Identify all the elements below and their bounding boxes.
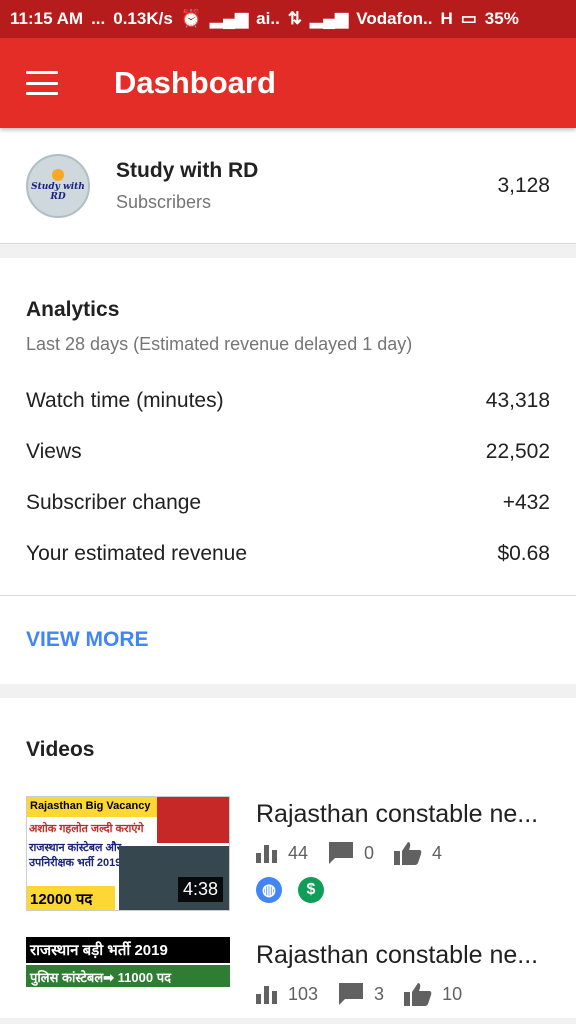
comments-stat: 0 [328, 841, 374, 865]
videos-title: Videos [26, 738, 95, 761]
analytics-value: 43,318 [485, 388, 550, 412]
analytics-row: Views 22,502 [26, 426, 550, 477]
video-badges: ◍ $ [256, 877, 550, 903]
analytics-title: Analytics [26, 298, 120, 321]
analytics-label: Your estimated revenue [26, 541, 248, 565]
thumb-text: Rajasthan Big Vacancy [27, 797, 157, 817]
comment-icon [339, 983, 364, 1005]
thumb-text: 12000 पद [27, 886, 115, 910]
status-dots: ... [91, 9, 106, 28]
bar-chart-icon [256, 845, 277, 863]
views-stat: 103 [256, 984, 318, 1005]
likes-stat: 10 [404, 982, 462, 1006]
views-count: 103 [288, 983, 319, 1004]
bar-chart-icon [256, 986, 277, 1004]
alarm-icon: ⏰ [180, 9, 202, 28]
channel-name: Study with RD [116, 158, 259, 182]
avatar: Study with RD [26, 153, 90, 218]
signal-icon: ▂▄▆ [209, 9, 249, 28]
video-title[interactable]: Rajasthan constable ne... [256, 800, 550, 829]
channel-card[interactable]: Study with RD Study with RD Subscribers … [0, 128, 576, 244]
subscribers-count: 3,128 [497, 173, 550, 197]
video-duration: 4:38 [177, 877, 223, 902]
thumb-text: अशोक गहलोत जल्दी कराएंगे [29, 823, 144, 835]
video-info: Rajasthan constable ne... 44 0 4 ◍ $ [256, 796, 550, 911]
status-battery: 35% [484, 9, 519, 28]
video-info: Rajasthan constable ne... 103 3 10 [256, 937, 550, 1018]
data-arrows-icon: ⇅ [287, 9, 303, 28]
views-stat: 44 [256, 843, 308, 864]
likes-count: 4 [432, 842, 443, 863]
thumb-photo [157, 797, 229, 843]
analytics-value: 22,502 [485, 439, 550, 463]
avatar-text: Study with RD [31, 181, 85, 202]
analytics-row: Subscriber change +432 [26, 477, 550, 528]
analytics-label: Subscriber change [26, 490, 202, 514]
likes-stat: 4 [394, 841, 442, 865]
analytics-label: Views [26, 439, 82, 463]
page-title: Dashboard [114, 65, 276, 100]
video-stats: 103 3 10 [256, 982, 550, 1006]
channel-info: Study with RD Subscribers [116, 159, 497, 213]
likes-count: 10 [442, 983, 463, 1004]
analytics-label: Watch time (minutes) [26, 388, 224, 412]
videos-card: Videos Rajasthan Big Vacancy अशोक गहलोत … [0, 698, 576, 1018]
battery-icon: ▭ [460, 9, 477, 28]
status-carrier-2: Vodafon.. [356, 9, 433, 28]
public-globe-icon: ◍ [256, 877, 282, 903]
status-time: 11:15 AM [10, 9, 84, 28]
analytics-value: +432 [502, 490, 550, 514]
video-thumbnail[interactable]: Rajasthan Big Vacancy अशोक गहलोत जल्दी क… [26, 796, 230, 911]
analytics-row: Watch time (minutes) 43,318 [26, 375, 550, 426]
comments-stat: 3 [338, 982, 384, 1006]
video-thumbnail[interactable]: राजस्थान बड़ी भर्ती 2019 पुलिस कांस्टेबल… [26, 937, 230, 1018]
analytics-value: $0.68 [497, 541, 550, 565]
video-title[interactable]: Rajasthan constable ne... [256, 941, 550, 970]
thumb-text: पुलिस कांस्टेबल➡ 11000 पद [26, 965, 230, 987]
section-gap [0, 684, 576, 698]
avatar-logo-icon [52, 168, 64, 181]
status-network: H [440, 9, 453, 28]
view-more-button[interactable]: VIEW MORE [0, 596, 576, 684]
analytics-row: Your estimated revenue $0.68 [26, 528, 550, 579]
video-item[interactable]: राजस्थान बड़ी भर्ती 2019 पुलिस कांस्टेबल… [26, 937, 550, 1018]
comments-count: 0 [364, 842, 375, 863]
status-bar: 11:15 AM ... 0.13K/s ⏰ ▂▄▆ ai.. ⇅ ▂▄▆ Vo… [0, 0, 576, 38]
status-speed: 0.13K/s [113, 9, 173, 28]
comment-icon [329, 842, 354, 864]
menu-icon[interactable] [26, 71, 58, 95]
signal-icon-2: ▂▄▆ [310, 9, 349, 28]
app-bar: Dashboard [0, 38, 576, 128]
video-item[interactable]: Rajasthan Big Vacancy अशोक गहलोत जल्दी क… [26, 796, 550, 911]
subscribers-label: Subscribers [116, 191, 212, 212]
analytics-card: Analytics Last 28 days (Estimated revenu… [0, 258, 576, 684]
comments-count: 3 [374, 983, 385, 1004]
views-count: 44 [288, 842, 309, 863]
section-gap [0, 244, 576, 258]
thumbs-up-icon [404, 983, 432, 1006]
monetization-dollar-icon: $ [298, 877, 324, 903]
thumb-text: राजस्थान बड़ी भर्ती 2019 [26, 937, 230, 963]
video-stats: 44 0 4 [256, 841, 550, 865]
analytics-subtitle: Last 28 days (Estimated revenue delayed … [26, 334, 413, 354]
status-carrier-1: ai.. [256, 9, 280, 28]
thumbs-up-icon [394, 842, 422, 865]
